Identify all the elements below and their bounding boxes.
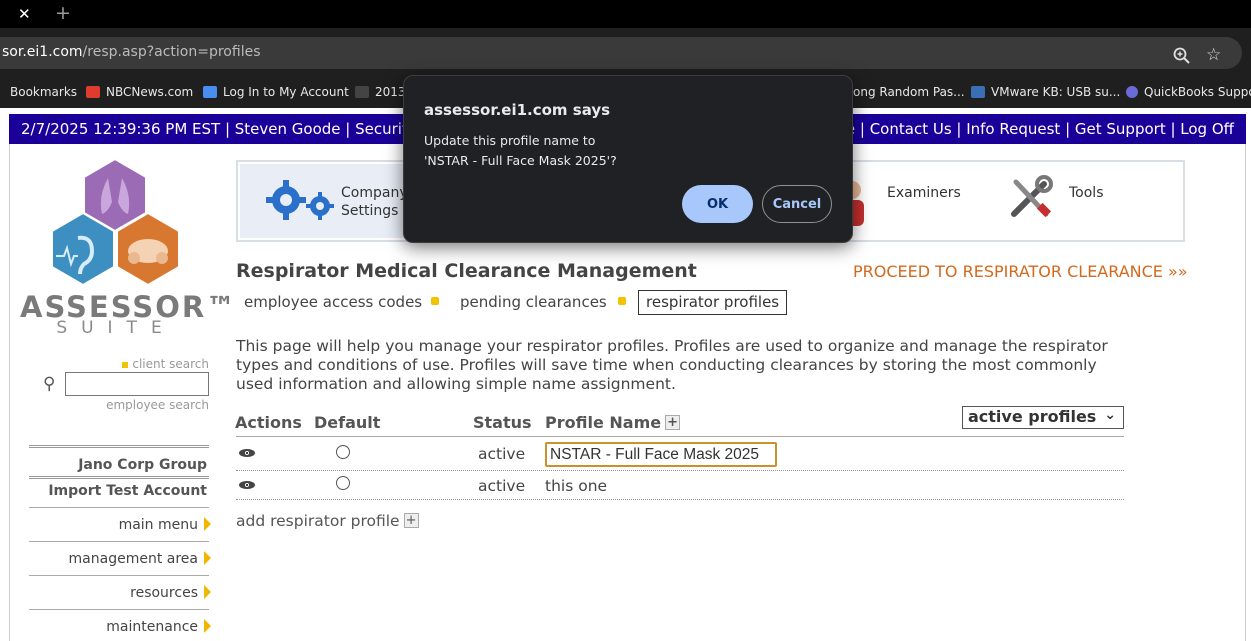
view-eye-icon[interactable] bbox=[238, 448, 256, 458]
column-header-status: Status bbox=[473, 413, 532, 432]
bookmark-item[interactable]: VMware KB: USB su... bbox=[971, 85, 1120, 99]
add-respirator-profile-link[interactable]: add respirator profile + bbox=[236, 512, 419, 530]
bookmark-item[interactable]: ong Random Pas... bbox=[853, 85, 965, 99]
table-header-divider bbox=[236, 436, 1124, 437]
arrow-right-icon bbox=[204, 551, 211, 565]
bullet-icon bbox=[431, 297, 439, 305]
menu-management-area[interactable]: management area bbox=[29, 551, 211, 567]
examiners-label[interactable]: Examiners bbox=[887, 184, 961, 202]
bookmark-star-icon[interactable]: ☆ bbox=[1206, 45, 1221, 65]
bullet-icon bbox=[122, 361, 129, 368]
gears-icon bbox=[266, 180, 334, 220]
profile-name-input[interactable] bbox=[545, 442, 777, 467]
company-settings-label: Company Settings bbox=[341, 185, 408, 219]
subnav-respirator-profiles[interactable]: respirator profiles bbox=[638, 290, 788, 315]
search-icon: ⚲ bbox=[43, 374, 56, 394]
arrow-right-icon bbox=[204, 619, 211, 633]
menu-resources[interactable]: resources bbox=[29, 585, 211, 601]
url-text[interactable]: sor.ei1.com/resp.asp?action=profiles bbox=[2, 44, 261, 60]
arrow-right-icon bbox=[204, 517, 211, 531]
tab-strip: ✕ + bbox=[0, 0, 1251, 28]
address-bar[interactable]: sor.ei1.com/resp.asp?action=profiles bbox=[0, 37, 1242, 69]
nbc-icon bbox=[86, 86, 100, 98]
hd-icon bbox=[355, 86, 369, 98]
tools-icon[interactable] bbox=[1006, 174, 1054, 222]
divider bbox=[29, 445, 209, 448]
bookmark-item[interactable]: 2013 bbox=[355, 85, 406, 99]
profile-name-cell[interactable]: this one bbox=[545, 477, 607, 495]
quickbooks-icon bbox=[1126, 86, 1138, 98]
bullet-icon bbox=[618, 297, 626, 305]
view-eye-icon[interactable] bbox=[238, 480, 256, 490]
add-icon[interactable]: + bbox=[403, 513, 419, 528]
vmware-icon bbox=[971, 86, 985, 98]
page-description: This page will help you manage your resp… bbox=[236, 337, 1108, 393]
address-bar-area: sor.ei1.com/resp.asp?action=profiles bbox=[0, 28, 1251, 78]
status-cell: active bbox=[478, 445, 526, 463]
bookmark-item[interactable]: Bookmarks bbox=[10, 85, 77, 99]
chevron-down-icon: ⌄ bbox=[1104, 407, 1116, 423]
menu-main[interactable]: main menu bbox=[29, 517, 211, 533]
add-icon[interactable]: + bbox=[665, 415, 681, 430]
divider bbox=[29, 575, 209, 576]
bookmark-item[interactable]: NBCNews.com bbox=[86, 85, 193, 99]
close-tab-icon[interactable]: ✕ bbox=[18, 5, 31, 23]
account-group-label: Jano Corp Group bbox=[78, 457, 207, 473]
logo-subtitle: SUITE bbox=[56, 318, 176, 338]
cancel-button[interactable]: Cancel bbox=[762, 185, 832, 223]
menu-maintenance[interactable]: maintenance bbox=[29, 619, 211, 635]
default-radio[interactable] bbox=[336, 476, 350, 490]
site-icon bbox=[203, 86, 217, 98]
topbar-left[interactable]: 2/7/2025 12:39:36 PM EST | Steven Goode … bbox=[21, 120, 417, 138]
column-header-default: Default bbox=[314, 413, 381, 432]
bookmark-item[interactable]: Log In to My Account bbox=[203, 85, 349, 99]
status-cell: active bbox=[478, 477, 526, 495]
row-divider bbox=[236, 499, 1124, 500]
zoom-icon[interactable] bbox=[1172, 46, 1192, 66]
row-divider bbox=[236, 470, 1124, 471]
confirm-dialog: assessor.ei1.com says Update this profil… bbox=[403, 75, 853, 243]
subnav-employee-access-codes[interactable]: employee access codes bbox=[244, 293, 422, 311]
page-title: Respirator Medical Clearance Management bbox=[236, 260, 697, 282]
proceed-link[interactable]: PROCEED TO RESPIRATOR CLEARANCE »» bbox=[853, 262, 1188, 281]
client-search-link[interactable]: client search bbox=[100, 357, 209, 371]
employee-search-link[interactable]: employee search bbox=[70, 398, 209, 412]
default-radio[interactable] bbox=[336, 445, 350, 459]
arrow-right-icon bbox=[204, 585, 211, 599]
topbar-right[interactable]: me | Contact Us | Info Request | Get Sup… bbox=[831, 120, 1234, 138]
dialog-message: Update this profile name to 'NSTAR - Ful… bbox=[424, 133, 617, 168]
search-input[interactable] bbox=[65, 372, 209, 396]
column-header-profile-name: Profile Name + bbox=[545, 413, 681, 432]
subnav-pending-clearances[interactable]: pending clearances bbox=[460, 293, 607, 311]
dialog-title: assessor.ei1.com says bbox=[424, 101, 611, 119]
ok-button[interactable]: OK bbox=[682, 185, 753, 223]
column-header-actions: Actions bbox=[235, 413, 302, 432]
tools-label[interactable]: Tools bbox=[1069, 184, 1104, 202]
new-tab-icon[interactable]: + bbox=[55, 2, 71, 24]
divider bbox=[29, 541, 209, 542]
divider bbox=[29, 609, 209, 610]
divider bbox=[29, 476, 209, 479]
divider bbox=[29, 507, 209, 508]
account-name-label: Import Test Account bbox=[48, 483, 207, 499]
profile-filter-select[interactable]: active profiles ⌄ bbox=[962, 406, 1124, 429]
bookmark-item[interactable]: QuickBooks Suppor bbox=[1126, 85, 1251, 99]
